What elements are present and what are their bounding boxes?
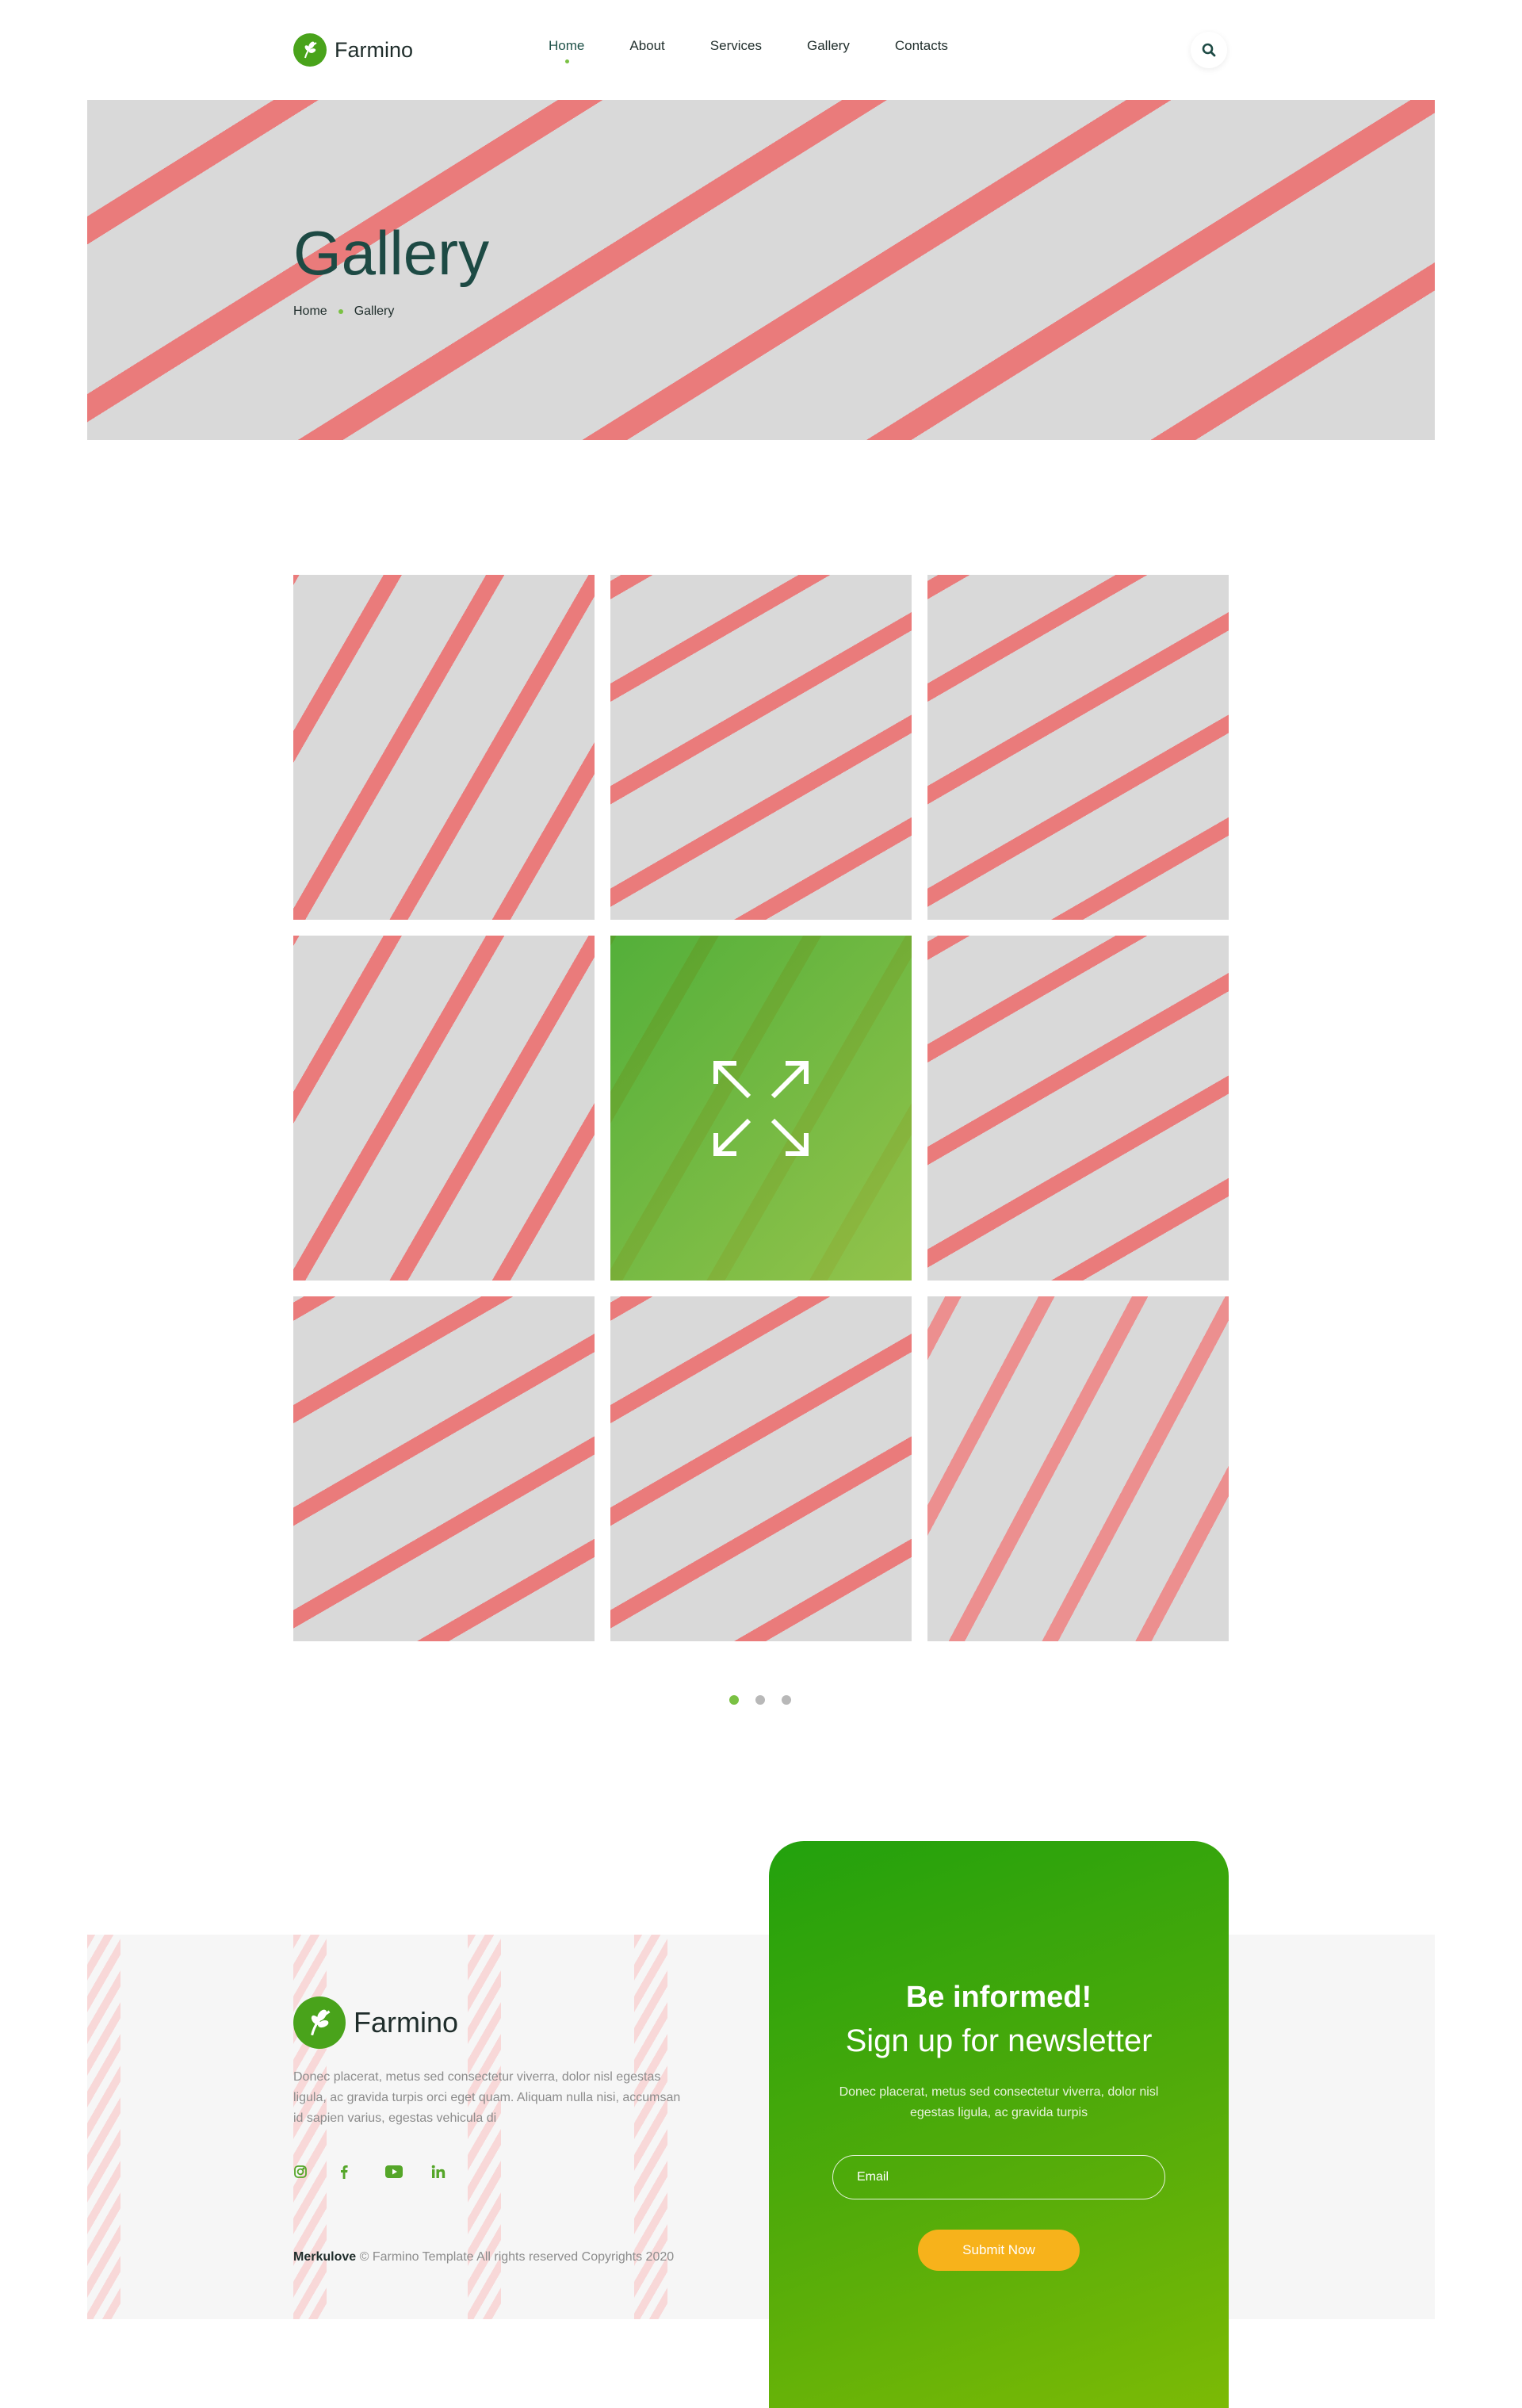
newsletter-card: Be informed! Sign up for newsletter Done… (769, 1841, 1229, 2408)
footer-background (87, 1935, 1435, 2319)
search-button[interactable] (1191, 32, 1227, 68)
newsletter-subheading: Sign up for newsletter (845, 2023, 1153, 2058)
nav-item-services[interactable]: Services (710, 38, 762, 54)
expand-icon (713, 1060, 809, 1156)
gallery-tile[interactable] (293, 936, 595, 1281)
brand-name: Farmino (335, 37, 414, 62)
breadcrumb-current: Gallery (354, 304, 395, 318)
brand-logo[interactable]: Farmino (293, 33, 413, 67)
gallery-tile-overlay (610, 936, 912, 1281)
nav-item-home[interactable]: Home (549, 38, 584, 63)
gallery-tile[interactable] (927, 575, 1229, 920)
youtube-icon[interactable] (385, 2161, 431, 2182)
footer-brand-name: Farmino (354, 2006, 459, 2039)
social-links (293, 2161, 477, 2182)
pagination-dot-2[interactable] (755, 1695, 765, 1705)
newsletter-text: Donec placerat, metus sed consectetur vi… (839, 2085, 1159, 2119)
nav-item-gallery[interactable]: Gallery (807, 38, 850, 54)
leaf-logo-icon (293, 1996, 346, 2049)
page-hero: Gallery Home Gallery (87, 100, 1435, 440)
gallery-tile[interactable] (293, 575, 595, 920)
pagination-dot-3[interactable] (782, 1695, 791, 1705)
linkedin-icon[interactable] (431, 2161, 477, 2182)
submit-button[interactable]: Submit Now (918, 2230, 1080, 2271)
email-input[interactable] (832, 2155, 1165, 2199)
instagram-icon[interactable] (293, 2161, 339, 2182)
gallery-pagination (729, 1695, 791, 1705)
newsletter-heading: Be informed! (905, 1981, 1092, 2014)
breadcrumb-home[interactable]: Home (293, 304, 327, 319)
page-title: Gallery (293, 218, 490, 288)
gallery-tile[interactable] (610, 1296, 912, 1641)
gallery-tile[interactable] (927, 1296, 1229, 1641)
breadcrumb-separator (338, 309, 343, 314)
copyright-brand: Merkulove (293, 2250, 357, 2264)
gallery-tile[interactable] (610, 575, 912, 920)
pagination-dot-1[interactable] (729, 1695, 739, 1705)
footer-description: Donec placerat, metus sed consectetur vi… (293, 2070, 681, 2125)
copyright-text: © Farmino Template All rights reserved C… (356, 2250, 675, 2264)
gallery-tile-hovered[interactable] (610, 936, 912, 1281)
search-icon (1202, 43, 1216, 57)
site-header: Farmino Home About Services Gallery Cont… (0, 0, 1522, 100)
facebook-icon[interactable] (339, 2161, 385, 2182)
footer-pattern (87, 1935, 120, 2319)
main-nav: Home About Services Gallery Contacts (549, 38, 948, 63)
leaf-logo-icon (293, 33, 327, 67)
nav-item-about[interactable]: About (629, 38, 664, 54)
gallery-tile[interactable] (293, 1296, 595, 1641)
copyright: Merkulove © Farmino Template All rights … (293, 2247, 682, 2268)
footer-brand-logo[interactable]: Farmino (293, 1996, 458, 2049)
gallery-tile[interactable] (927, 936, 1229, 1281)
nav-item-contacts[interactable]: Contacts (895, 38, 948, 54)
breadcrumb: Home Gallery (293, 304, 394, 319)
gallery-grid (293, 575, 1229, 1641)
